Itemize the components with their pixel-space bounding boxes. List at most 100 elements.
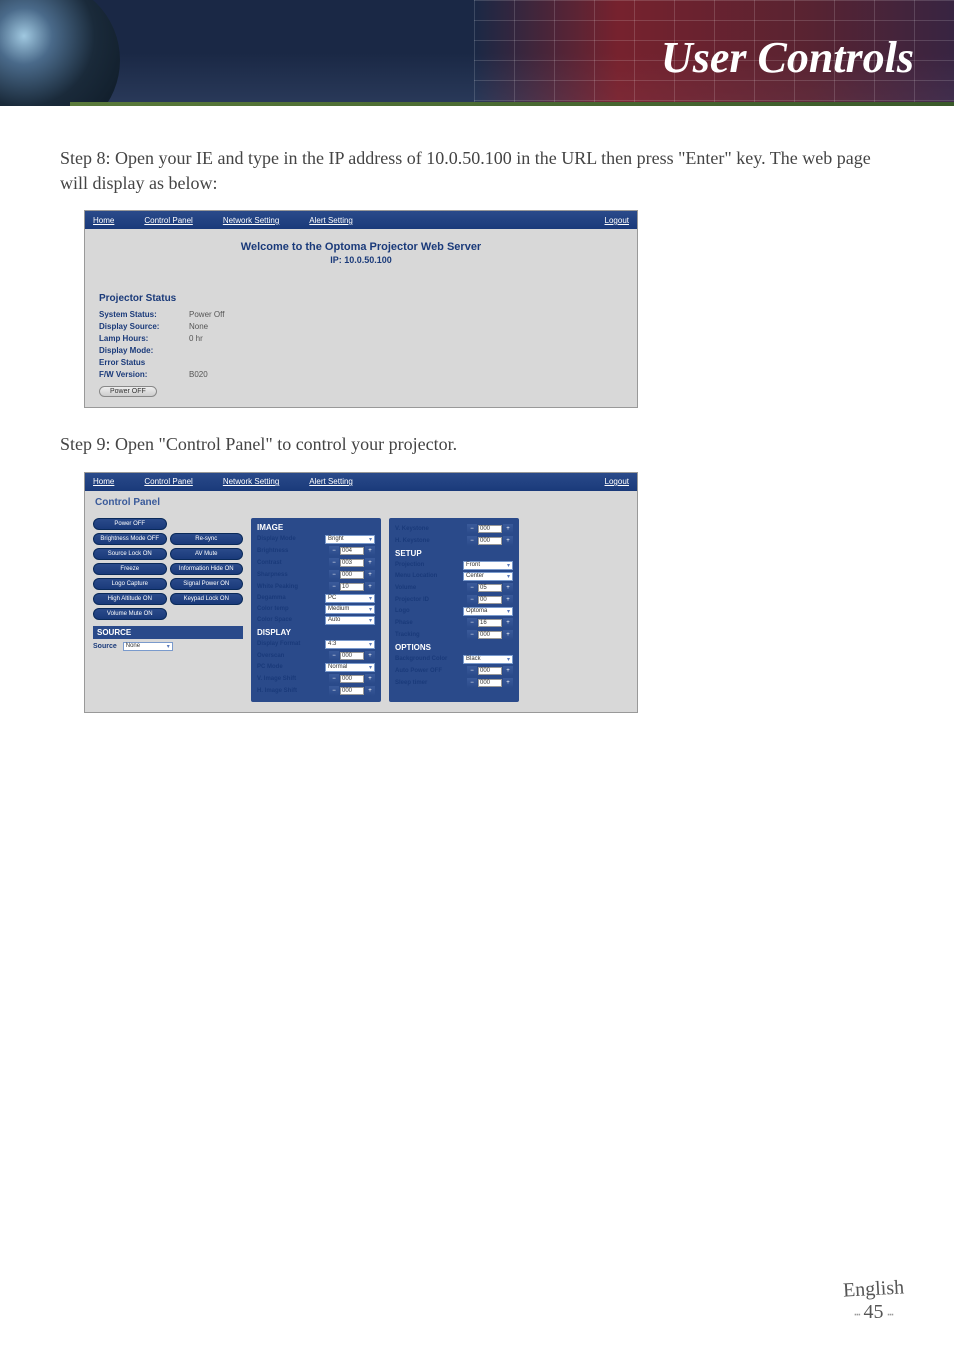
nav-alert-setting[interactable]: Alert Setting <box>309 216 353 225</box>
nav-logout[interactable]: Logout <box>605 477 629 486</box>
minus-button[interactable]: − <box>467 630 477 640</box>
plus-button[interactable]: + <box>503 583 513 593</box>
minus-button[interactable]: − <box>467 536 477 546</box>
cp-button[interactable]: Brightness Mode OFF <box>93 533 167 545</box>
minus-button[interactable]: − <box>467 524 477 534</box>
plus-button[interactable]: + <box>365 686 375 696</box>
page-footer: English ┅ 45 ┅ <box>843 1278 904 1324</box>
plus-button[interactable]: + <box>503 524 513 534</box>
minus-button[interactable]: − <box>329 651 339 661</box>
display-mode-select[interactable]: Bright <box>325 535 375 544</box>
v-image-shift-value[interactable]: 000 <box>340 675 364 683</box>
background-color-select[interactable]: Black <box>463 655 513 664</box>
status-value: None <box>189 322 208 331</box>
plus-button[interactable]: + <box>365 546 375 556</box>
cp-button[interactable]: Logo Capture <box>93 578 167 590</box>
row-label: Brightness <box>257 548 319 554</box>
display-format-select[interactable]: 4:3 <box>325 640 375 649</box>
volume-value[interactable]: 05 <box>478 584 502 592</box>
cp-button[interactable]: Keypad Lock ON <box>170 593 244 605</box>
cp-button[interactable]: Volume Mute ON <box>93 608 167 620</box>
cp-button[interactable]: AV Mute <box>170 548 244 560</box>
projection-select[interactable]: Front <box>463 561 513 570</box>
brightness-value[interactable]: 004 <box>340 547 364 555</box>
sleep-timer-value[interactable]: 000 <box>478 679 502 687</box>
nav-network-setting[interactable]: Network Setting <box>223 216 279 225</box>
sharpness-value[interactable]: 000 <box>340 571 364 579</box>
minus-button[interactable]: − <box>467 678 477 688</box>
plus-button[interactable]: + <box>503 666 513 676</box>
h-image-shift-value[interactable]: 000 <box>340 687 364 695</box>
minus-button[interactable]: − <box>467 595 477 605</box>
status-label: Display Source: <box>99 322 189 331</box>
plus-button[interactable]: + <box>503 536 513 546</box>
row-label: Auto Power OFF <box>395 668 457 674</box>
plus-button[interactable]: + <box>503 630 513 640</box>
pc-mode-select[interactable]: Normal <box>325 663 375 672</box>
plus-button[interactable]: + <box>365 558 375 568</box>
source-row: Source None <box>93 642 243 651</box>
cp-left-column: Power OFF Brightness Mode OFF Re-sync So… <box>93 518 243 702</box>
plus-button[interactable]: + <box>503 595 513 605</box>
nav-control-panel[interactable]: Control Panel <box>144 477 192 486</box>
plus-button[interactable]: + <box>365 570 375 580</box>
nav-alert-setting[interactable]: Alert Setting <box>309 477 353 486</box>
v-keystone-value[interactable]: 000 <box>478 525 502 533</box>
plus-button[interactable]: + <box>503 618 513 628</box>
source-select[interactable]: None <box>123 642 173 651</box>
minus-button[interactable]: − <box>329 570 339 580</box>
status-label: Error Status <box>99 358 189 367</box>
screenshot-home: Home Control Panel Network Setting Alert… <box>84 210 638 408</box>
status-row-lamp-hours: Lamp Hours:0 hr <box>99 334 623 343</box>
color-space-select[interactable]: Auto <box>325 616 375 625</box>
plus-button[interactable]: + <box>365 582 375 592</box>
cp-button-grid: Power OFF Brightness Mode OFF Re-sync So… <box>93 518 243 620</box>
nav-logout[interactable]: Logout <box>605 216 629 225</box>
projector-id-value[interactable]: 00 <box>478 596 502 604</box>
nav-network-setting[interactable]: Network Setting <box>223 477 279 486</box>
cp-button[interactable]: Source Lock ON <box>93 548 167 560</box>
image-section-header: IMAGE <box>257 522 375 533</box>
power-off-button[interactable]: Power OFF <box>99 386 157 397</box>
overscan-value[interactable]: 000 <box>340 652 364 660</box>
minus-button[interactable]: − <box>467 666 477 676</box>
cp-button[interactable]: Information Hide ON <box>170 563 244 575</box>
cp-button[interactable]: Signal Power ON <box>170 578 244 590</box>
status-label: System Status: <box>99 310 189 319</box>
row-label: H. Keystone <box>395 538 457 544</box>
nav-home[interactable]: Home <box>93 477 114 486</box>
degamma-select[interactable]: PC <box>325 594 375 603</box>
minus-button[interactable]: − <box>329 582 339 592</box>
phase-value[interactable]: 16 <box>478 619 502 627</box>
status-value: B020 <box>189 370 208 379</box>
cp-button[interactable]: High Altitude ON <box>93 593 167 605</box>
minus-button[interactable]: − <box>467 618 477 628</box>
color-temp-select[interactable]: Medium <box>325 605 375 614</box>
minus-button[interactable]: − <box>329 546 339 556</box>
white-peaking-value[interactable]: 10 <box>340 583 364 591</box>
cp-button[interactable]: Freeze <box>93 563 167 575</box>
step-8: Step 8: Open your IE and type in the IP … <box>60 146 894 196</box>
menu-location-select[interactable]: Center <box>463 572 513 581</box>
page-content: Step 8: Open your IE and type in the IP … <box>0 106 954 713</box>
minus-button[interactable]: − <box>329 674 339 684</box>
row-label: White Peaking <box>257 584 319 590</box>
cp-button[interactable]: Power OFF <box>93 518 167 530</box>
contrast-value[interactable]: 003 <box>340 559 364 567</box>
plus-button[interactable]: + <box>503 678 513 688</box>
nav-control-panel[interactable]: Control Panel <box>144 216 192 225</box>
auto-power-off-value[interactable]: 000 <box>478 667 502 675</box>
plus-button[interactable]: + <box>365 651 375 661</box>
minus-button[interactable]: − <box>329 686 339 696</box>
minus-button[interactable]: − <box>329 558 339 568</box>
minus-button[interactable]: − <box>467 583 477 593</box>
plus-button[interactable]: + <box>365 674 375 684</box>
logo-select[interactable]: Optoma <box>463 607 513 616</box>
h-keystone-value[interactable]: 000 <box>478 537 502 545</box>
screenshot-control-panel: Home Control Panel Network Setting Alert… <box>84 472 638 713</box>
nav-home[interactable]: Home <box>93 216 114 225</box>
row-label: Display Mode <box>257 536 319 542</box>
footer-page-number: 45 <box>863 1301 883 1323</box>
cp-button[interactable]: Re-sync <box>170 533 244 545</box>
tracking-value[interactable]: 000 <box>478 631 502 639</box>
